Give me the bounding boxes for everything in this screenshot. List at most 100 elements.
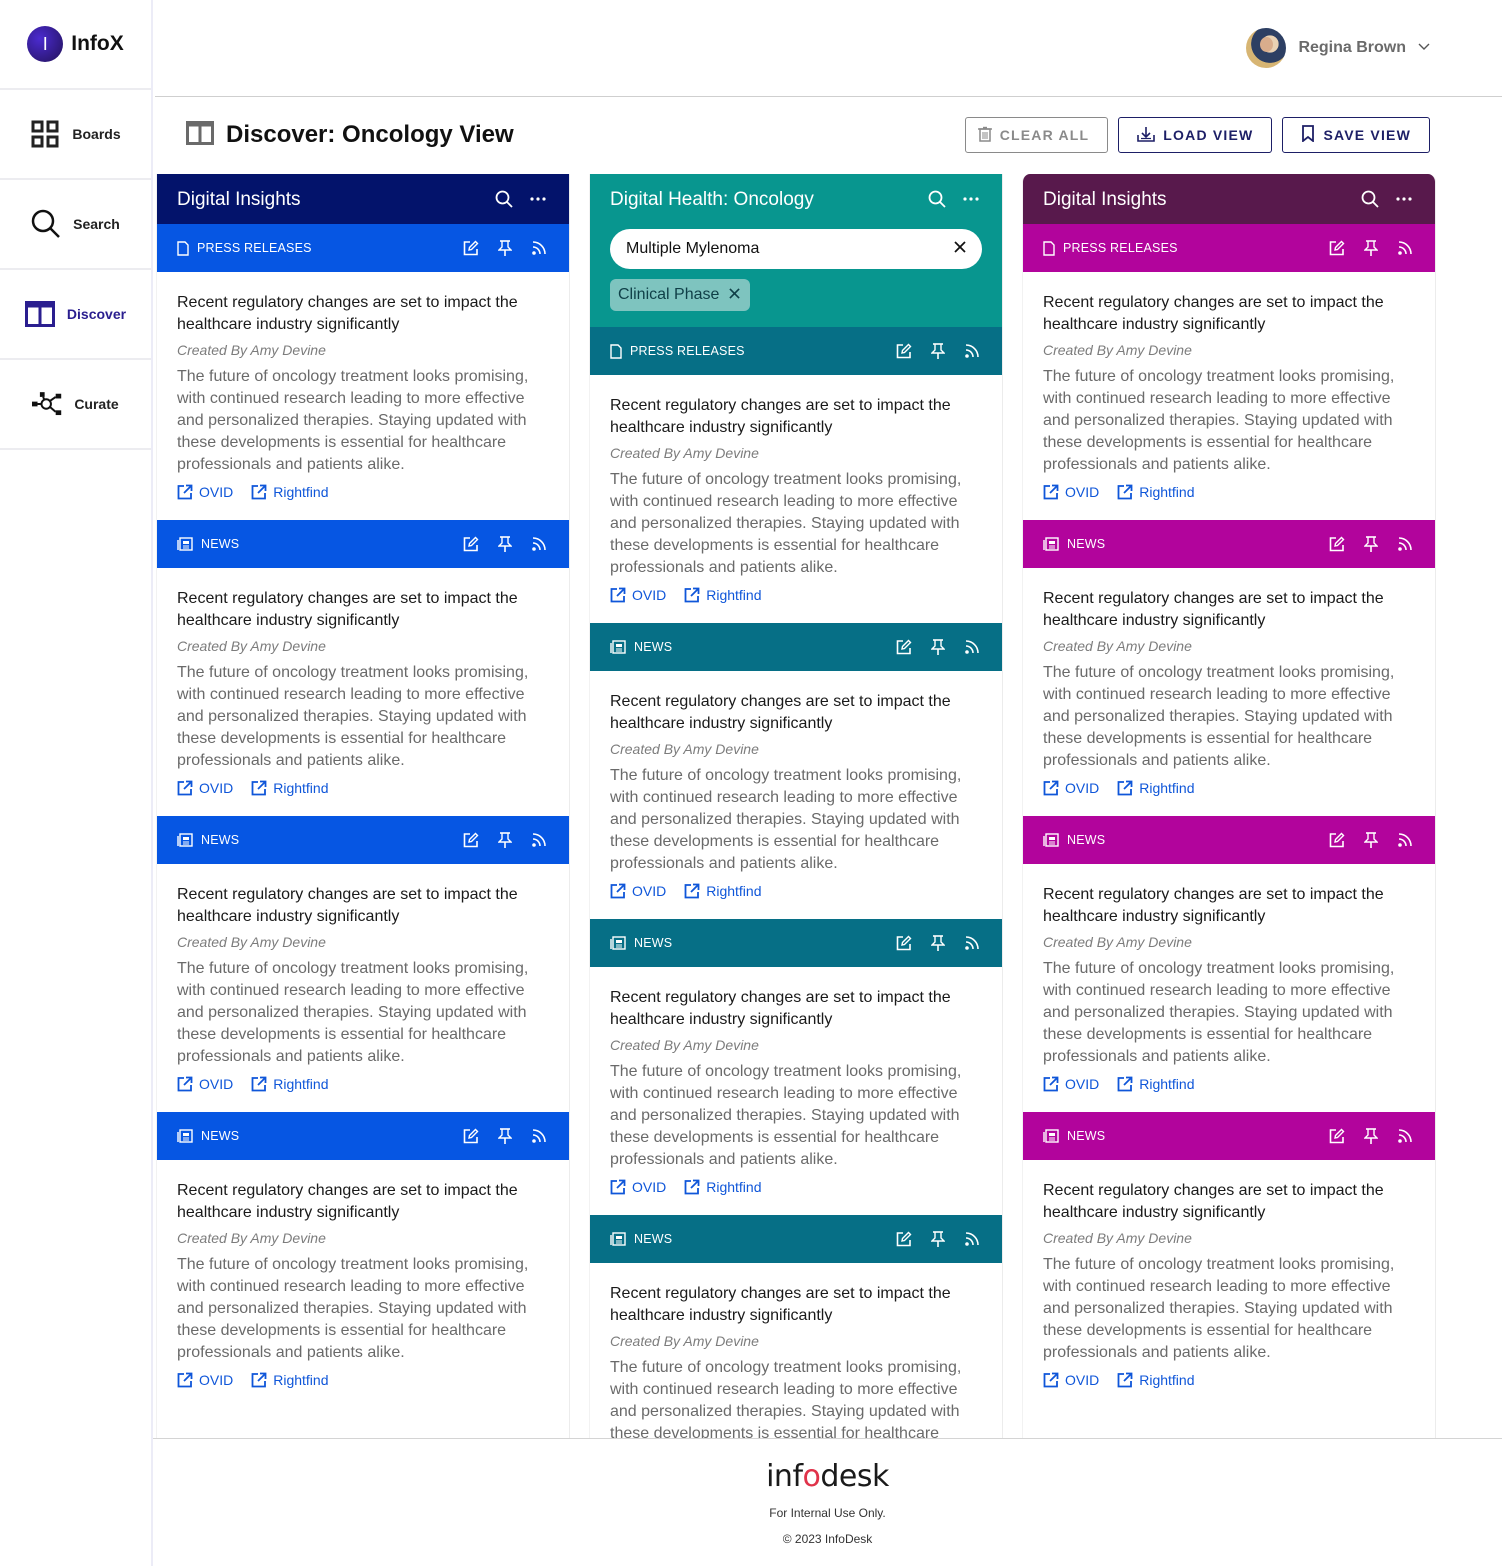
article-card[interactable]: Recent regulatory changes are set to imp…	[590, 671, 1002, 919]
ovid-link[interactable]: OVID	[177, 484, 233, 500]
rss-feed-icon[interactable]	[962, 341, 982, 361]
rightfind-link[interactable]: Rightfind	[684, 1179, 762, 1195]
ovid-link[interactable]: OVID	[177, 780, 233, 796]
edit-icon[interactable]	[461, 534, 481, 554]
save-view-button[interactable]: SAVE VIEW	[1282, 117, 1430, 153]
ovid-link[interactable]: OVID	[1043, 484, 1099, 500]
brand[interactable]: I InfoX	[0, 0, 151, 90]
article-headline[interactable]: Recent regulatory changes are set to imp…	[610, 395, 982, 439]
pin-icon[interactable]	[928, 933, 948, 953]
edit-icon[interactable]	[894, 341, 914, 361]
article-card[interactable]: Recent regulatory changes are set to imp…	[157, 1160, 569, 1408]
edit-icon[interactable]	[1327, 1126, 1347, 1146]
edit-icon[interactable]	[1327, 534, 1347, 554]
ovid-link[interactable]: OVID	[610, 1179, 666, 1195]
rightfind-link[interactable]: Rightfind	[684, 883, 762, 899]
ovid-link[interactable]: OVID	[177, 1076, 233, 1092]
edit-icon[interactable]	[894, 933, 914, 953]
article-headline[interactable]: Recent regulatory changes are set to imp…	[177, 292, 549, 336]
edit-icon[interactable]	[894, 637, 914, 657]
article-headline[interactable]: Recent regulatory changes are set to imp…	[177, 1180, 549, 1224]
article-headline[interactable]: Recent regulatory changes are set to imp…	[610, 1283, 982, 1327]
rss-feed-icon[interactable]	[1395, 830, 1415, 850]
clear-search-icon[interactable]	[954, 240, 966, 258]
ovid-link[interactable]: OVID	[1043, 1076, 1099, 1092]
rightfind-link[interactable]: Rightfind	[1117, 484, 1195, 500]
rss-feed-icon[interactable]	[962, 933, 982, 953]
rss-feed-icon[interactable]	[962, 637, 982, 657]
article-card[interactable]: Recent regulatory changes are set to imp…	[157, 864, 569, 1112]
rightfind-link[interactable]: Rightfind	[1117, 1076, 1195, 1092]
article-headline[interactable]: Recent regulatory changes are set to imp…	[177, 588, 549, 632]
pin-icon[interactable]	[495, 534, 515, 554]
article-headline[interactable]: Recent regulatory changes are set to imp…	[1043, 588, 1415, 632]
sidebar-item-discover[interactable]: Discover	[0, 270, 151, 360]
filter-chip[interactable]: Clinical Phase	[610, 279, 751, 311]
rightfind-link[interactable]: Rightfind	[251, 780, 329, 796]
rightfind-link[interactable]: Rightfind	[251, 484, 329, 500]
pin-icon[interactable]	[495, 830, 515, 850]
article-headline[interactable]: Recent regulatory changes are set to imp…	[610, 691, 982, 735]
rightfind-link[interactable]: Rightfind	[251, 1076, 329, 1092]
pin-icon[interactable]	[928, 1229, 948, 1249]
article-card[interactable]: Recent regulatory changes are set to imp…	[1023, 568, 1435, 816]
rss-feed-icon[interactable]	[1395, 238, 1415, 258]
rightfind-link[interactable]: Rightfind	[251, 1372, 329, 1388]
ovid-link[interactable]: OVID	[177, 1372, 233, 1388]
edit-icon[interactable]	[1327, 830, 1347, 850]
more-options-icon[interactable]	[960, 188, 982, 210]
edit-icon[interactable]	[461, 238, 481, 258]
rightfind-link[interactable]: Rightfind	[1117, 780, 1195, 796]
search-icon[interactable]	[493, 188, 515, 210]
column-search-input[interactable]: Multiple Mylenoma	[610, 229, 982, 269]
edit-icon[interactable]	[461, 1126, 481, 1146]
search-icon[interactable]	[926, 188, 948, 210]
article-headline[interactable]: Recent regulatory changes are set to imp…	[177, 884, 549, 928]
remove-filter-icon[interactable]	[729, 286, 741, 304]
rss-feed-icon[interactable]	[529, 1126, 549, 1146]
pin-icon[interactable]	[928, 637, 948, 657]
search-icon[interactable]	[1359, 188, 1381, 210]
edit-icon[interactable]	[1327, 238, 1347, 258]
pin-icon[interactable]	[1361, 534, 1381, 554]
edit-icon[interactable]	[894, 1229, 914, 1249]
pin-icon[interactable]	[1361, 238, 1381, 258]
user-menu[interactable]: Regina Brown	[1246, 28, 1430, 68]
article-card[interactable]: Recent regulatory changes are set to imp…	[1023, 1160, 1435, 1408]
pin-icon[interactable]	[495, 238, 515, 258]
pin-icon[interactable]	[1361, 830, 1381, 850]
pin-icon[interactable]	[495, 1126, 515, 1146]
sidebar-item-boards[interactable]: Boards	[0, 90, 151, 180]
article-headline[interactable]: Recent regulatory changes are set to imp…	[610, 987, 982, 1031]
article-card[interactable]: Recent regulatory changes are set to imp…	[157, 568, 569, 816]
ovid-link[interactable]: OVID	[1043, 780, 1099, 796]
sidebar-item-curate[interactable]: Curate	[0, 360, 151, 450]
sidebar-item-search[interactable]: Search	[0, 180, 151, 270]
article-card[interactable]: Recent regulatory changes are set to imp…	[590, 967, 1002, 1215]
article-card[interactable]: Recent regulatory changes are set to imp…	[1023, 272, 1435, 520]
load-view-button[interactable]: LOAD VIEW	[1118, 117, 1273, 153]
more-options-icon[interactable]	[527, 188, 549, 210]
edit-icon[interactable]	[461, 830, 481, 850]
article-card[interactable]: Recent regulatory changes are set to imp…	[590, 1263, 1002, 1438]
rightfind-link[interactable]: Rightfind	[684, 587, 762, 603]
rss-feed-icon[interactable]	[529, 830, 549, 850]
ovid-link[interactable]: OVID	[610, 883, 666, 899]
ovid-link[interactable]: OVID	[1043, 1372, 1099, 1388]
article-headline[interactable]: Recent regulatory changes are set to imp…	[1043, 292, 1415, 336]
article-card[interactable]: Recent regulatory changes are set to imp…	[1023, 864, 1435, 1112]
rightfind-link[interactable]: Rightfind	[1117, 1372, 1195, 1388]
pin-icon[interactable]	[1361, 1126, 1381, 1146]
rss-feed-icon[interactable]	[529, 238, 549, 258]
article-card[interactable]: Recent regulatory changes are set to imp…	[157, 272, 569, 520]
more-options-icon[interactable]	[1393, 188, 1415, 210]
pin-icon[interactable]	[928, 341, 948, 361]
rss-feed-icon[interactable]	[1395, 534, 1415, 554]
rss-feed-icon[interactable]	[962, 1229, 982, 1249]
clear-all-button[interactable]: CLEAR ALL	[964, 117, 1109, 153]
rss-feed-icon[interactable]	[1395, 1126, 1415, 1146]
article-headline[interactable]: Recent regulatory changes are set to imp…	[1043, 1180, 1415, 1224]
ovid-link[interactable]: OVID	[610, 587, 666, 603]
rss-feed-icon[interactable]	[529, 534, 549, 554]
article-card[interactable]: Recent regulatory changes are set to imp…	[590, 375, 1002, 623]
